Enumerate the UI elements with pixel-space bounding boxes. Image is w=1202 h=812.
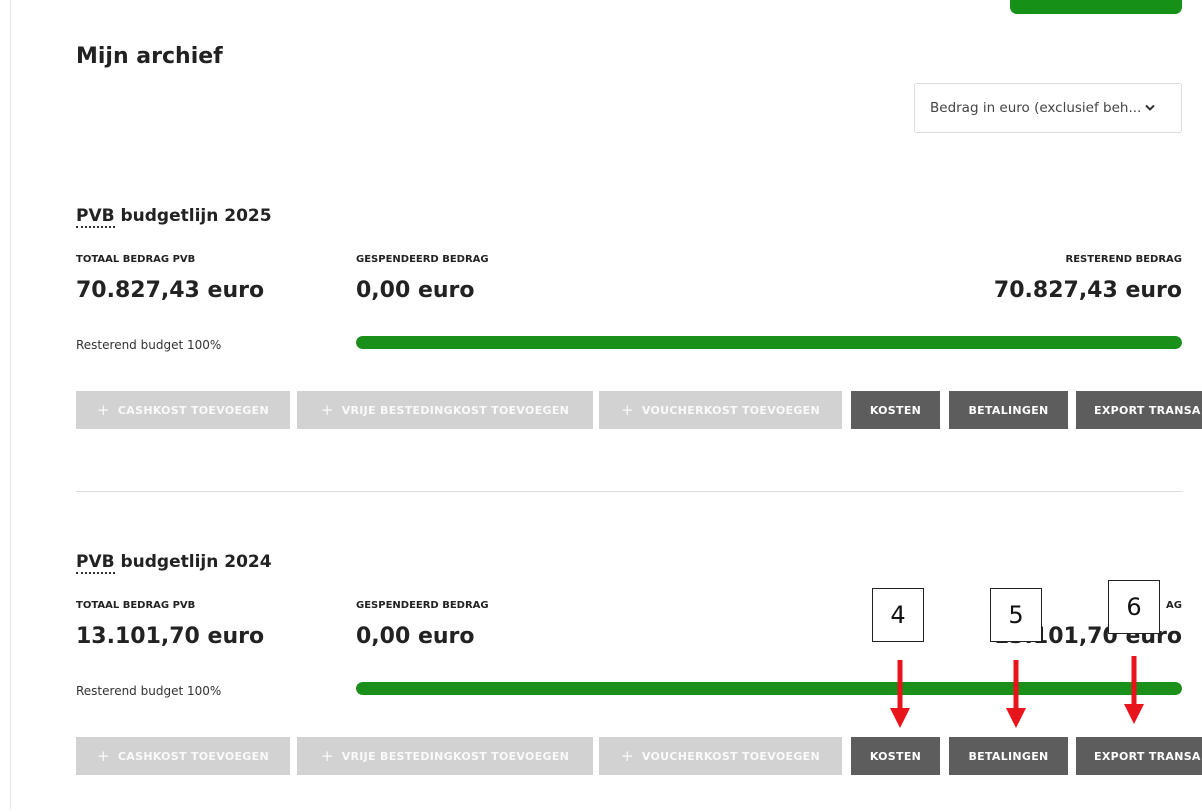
currency-select[interactable]: Bedrag in euro (exclusief beh...	[914, 83, 1182, 133]
add-voucher-cost-button[interactable]: + VOUCHERKOST TOEVOEGEN	[599, 737, 842, 775]
add-free-spending-cost-label: VRIJE BESTEDINGKOST TOEVOEGEN	[341, 749, 570, 763]
budget-abbr: PVB	[76, 552, 115, 574]
budget-title-text: budgetlijn 2024	[114, 552, 272, 572]
remaining-percentage: Resterend budget 100%	[76, 338, 222, 352]
add-cash-cost-button[interactable]: + CASHKOST TOEVOEGEN	[76, 737, 290, 775]
budget-abbr: PVB	[76, 206, 115, 228]
add-voucher-cost-label: VOUCHERKOST TOEVOEGEN	[641, 403, 820, 417]
plus-icon: +	[320, 747, 334, 765]
spent-amount: 0,00 euro	[356, 278, 475, 303]
plus-icon: +	[621, 747, 634, 765]
annotation-arrow-5	[1006, 660, 1026, 728]
budget-title: PVB budgetlijn 2024	[76, 552, 272, 574]
remaining-progress-fill	[356, 682, 1182, 695]
plus-icon: +	[97, 747, 110, 765]
add-cash-cost-label: CASHKOST TOEVOEGEN	[117, 403, 269, 417]
remaining-label: RESTEREND BEDRAG	[1065, 254, 1182, 265]
remaining-amount: 70.827,43 euro	[993, 278, 1182, 303]
total-label: TOTAAL BEDRAG PVB	[76, 254, 196, 265]
budget-title-text: budgetlijn 2025	[114, 206, 272, 226]
currency-select-value: Bedrag in euro (exclusief beh...	[930, 100, 1142, 116]
plus-icon: +	[320, 401, 334, 419]
annotation-callout-4: 4	[872, 588, 924, 642]
costs-button[interactable]: KOSTEN	[851, 737, 940, 775]
remaining-progress-bar	[356, 682, 1182, 695]
total-label: TOTAAL BEDRAG PVB	[76, 600, 196, 611]
total-amount: 13.101,70 euro	[76, 624, 265, 649]
annotation-arrow-4	[890, 660, 910, 728]
budget-section-2025: PVB budgetlijn 2025 TOTAAL BEDRAG PVB GE…	[0, 206, 1202, 466]
payments-button[interactable]: BETALINGEN	[949, 737, 1068, 775]
budget-title: PVB budgetlijn 2025	[76, 206, 272, 228]
export-transactions-button[interactable]: EXPORT TRANSA	[1076, 737, 1202, 775]
chevron-down-icon	[1145, 102, 1156, 115]
export-transactions-button[interactable]: EXPORT TRANSA	[1076, 391, 1202, 429]
add-voucher-cost-button[interactable]: + VOUCHERKOST TOEVOEGEN	[599, 391, 842, 429]
total-amount: 70.827,43 euro	[76, 278, 265, 303]
payments-button[interactable]: BETALINGEN	[949, 391, 1068, 429]
annotation-callout-5: 5	[990, 588, 1042, 642]
plus-icon: +	[97, 401, 110, 419]
spent-label: GESPENDEERD BEDRAG	[356, 254, 489, 265]
page-title: Mijn archief	[76, 44, 223, 69]
add-free-spending-cost-button[interactable]: + VRIJE BESTEDINGKOST TOEVOEGEN	[297, 737, 593, 775]
annotation-arrow-6	[1124, 656, 1144, 724]
add-cash-cost-button[interactable]: + CASHKOST TOEVOEGEN	[76, 391, 290, 429]
spent-label: GESPENDEERD BEDRAG	[356, 600, 489, 611]
section-divider	[76, 491, 1182, 492]
add-voucher-cost-label: VOUCHERKOST TOEVOEGEN	[641, 749, 820, 763]
plus-icon: +	[621, 401, 634, 419]
remaining-percentage: Resterend budget 100%	[76, 684, 222, 698]
top-green-accent	[1010, 0, 1182, 14]
remaining-progress-fill	[356, 336, 1182, 349]
remaining-progress-bar	[356, 336, 1182, 349]
spent-amount: 0,00 euro	[356, 624, 475, 649]
annotation-callout-6: 6	[1108, 580, 1160, 634]
costs-button[interactable]: KOSTEN	[851, 391, 940, 429]
add-free-spending-cost-button[interactable]: + VRIJE BESTEDINGKOST TOEVOEGEN	[297, 391, 593, 429]
add-cash-cost-label: CASHKOST TOEVOEGEN	[117, 749, 269, 763]
add-free-spending-cost-label: VRIJE BESTEDINGKOST TOEVOEGEN	[341, 403, 570, 417]
